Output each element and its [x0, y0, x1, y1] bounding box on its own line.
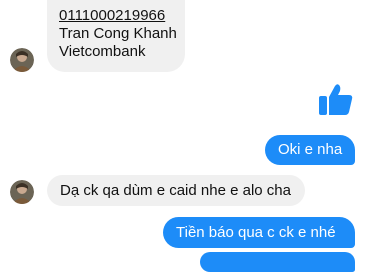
account-number[interactable]: 0111000219966	[59, 6, 165, 25]
avatar[interactable]	[10, 48, 34, 72]
message-outgoing: Tiền báo qua c ck e nhé	[163, 217, 355, 248]
message-text: Oki e nha	[278, 141, 343, 158]
avatar-image	[10, 180, 34, 204]
message-text: Tiền báo qua c ck e nhé	[176, 224, 336, 241]
message-incoming: Dạ ck qa dùm e caid nhe e alo cha	[47, 175, 305, 206]
thumbs-up-icon[interactable]	[318, 83, 354, 116]
message-outgoing-partial	[200, 252, 355, 272]
bank-name: Vietcombank	[59, 43, 146, 60]
avatar[interactable]	[10, 180, 34, 204]
account-name: Tran Cong Khanh	[59, 25, 177, 42]
message-outgoing: Oki e nha	[265, 135, 355, 165]
message-text: Dạ ck qa dùm e caid nhe e alo cha	[60, 182, 291, 199]
avatar-image	[10, 48, 34, 72]
message-incoming: 0111000219966 Tran Cong Khanh Vietcomban…	[47, 0, 185, 72]
